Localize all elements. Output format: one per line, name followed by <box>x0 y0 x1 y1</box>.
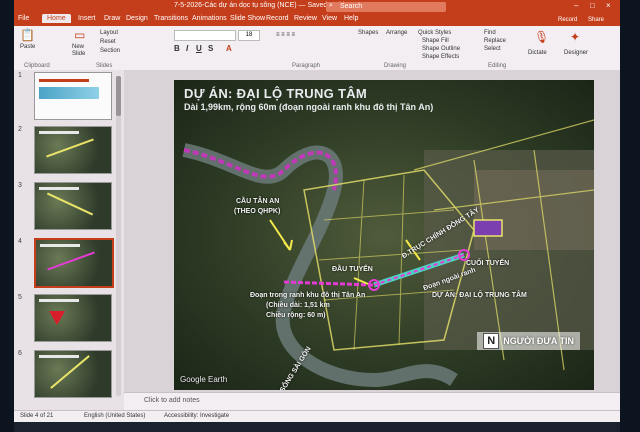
label-dau-tuyen: ĐẦU TUYẾN <box>332 266 373 273</box>
shape-outline-button[interactable]: Shape Outline <box>422 46 460 52</box>
tab-slide-show[interactable]: Slide Show <box>230 15 265 22</box>
arrange-button[interactable]: Arrange <box>386 30 407 36</box>
tab-review[interactable]: Review <box>294 15 317 22</box>
reset-button[interactable]: Reset <box>100 39 116 45</box>
tab-transitions[interactable]: Transitions <box>154 15 188 22</box>
slide-thumbnail-3[interactable] <box>34 182 112 230</box>
quick-styles-button[interactable]: Quick Styles <box>418 30 451 36</box>
shapes-button[interactable]: Shapes <box>358 30 378 36</box>
editing-group-label: Editing <box>488 63 507 69</box>
new-slide-label: Slide <box>72 51 86 57</box>
slide-canvas[interactable]: DỰ ÁN: ĐẠI LỘ TRUNG TÂM Dài 1,99km, rộng… <box>174 80 594 390</box>
tab-insert[interactable]: Insert <box>78 15 96 22</box>
search-box[interactable]: ⌕ Search <box>326 2 446 12</box>
bold-icon[interactable]: B <box>174 44 180 53</box>
italic-icon[interactable]: I <box>186 44 188 53</box>
paragraph-group-label: Paragraph <box>292 63 321 69</box>
slide-counter: Slide 4 of 21 <box>20 413 54 419</box>
slide-editing-area: DỰ ÁN: ĐẠI LỘ TRUNG TÂM Dài 1,99km, rộng… <box>124 70 620 410</box>
thumbnail-number: 5 <box>18 294 22 301</box>
slide-thumbnail-2[interactable] <box>34 126 112 174</box>
label-cuoi-tuyen: CUỐI TUYẾN <box>466 260 510 267</box>
thumbnail-scrollbar[interactable] <box>116 76 121 396</box>
section-button[interactable]: Section <box>100 48 120 54</box>
ribbon-home: 📋 Paste Clipboard ▭ New Slide Layout Res… <box>14 26 620 71</box>
designer-icon[interactable]: ✦ <box>570 30 580 44</box>
font-name-box[interactable] <box>174 30 236 41</box>
wall-right <box>620 0 640 432</box>
dictate-button[interactable]: Dictate <box>528 50 547 56</box>
new-slide-icon[interactable]: ▭ <box>74 28 85 42</box>
drawing-group-label: Drawing <box>384 63 407 69</box>
tab-file[interactable]: File <box>18 15 29 22</box>
tab-design[interactable]: Design <box>126 15 148 22</box>
new-slide-button[interactable]: New <box>72 44 84 50</box>
designer-button[interactable]: Designer <box>564 50 588 56</box>
status-bar: Slide 4 of 21 English (United States) Ac… <box>14 410 620 422</box>
strikethrough-icon[interactable]: S <box>208 44 213 53</box>
slide-thumbnail-pane: 1 2 3 4 5 6 <box>14 70 124 410</box>
share-button[interactable]: Share <box>584 16 609 24</box>
search-placeholder: Search <box>340 3 363 10</box>
tab-draw[interactable]: Draw <box>104 15 120 22</box>
watermark-text: NGƯỜI ĐƯA TIN <box>503 336 574 346</box>
thumbnail-number: 2 <box>18 126 22 133</box>
slide-thumbnail-1[interactable] <box>34 72 112 120</box>
maximize-icon[interactable]: □ <box>590 1 595 10</box>
record-button[interactable]: Record <box>554 16 582 24</box>
tab-help[interactable]: Help <box>344 15 358 22</box>
clipboard-group-label: Clipboard <box>24 63 50 69</box>
slide-subtitle[interactable]: Dài 1,99km, rộng 60m (đoạn ngoài ranh kh… <box>184 102 433 112</box>
google-earth-logo: Google Earth <box>180 375 228 384</box>
slide-thumbnail-5[interactable] <box>34 294 112 342</box>
underline-icon[interactable]: U <box>196 44 202 53</box>
wall-left <box>0 0 14 432</box>
tab-record[interactable]: Record <box>266 15 289 22</box>
thumbnail-number: 4 <box>18 238 22 245</box>
replace-button[interactable]: Replace <box>484 38 506 44</box>
shape-fill-button[interactable]: Shape Fill <box>422 38 449 44</box>
layout-button[interactable]: Layout <box>100 30 118 36</box>
notes-pane[interactable]: Click to add notes <box>124 392 620 411</box>
notes-placeholder: Click to add notes <box>144 397 200 404</box>
label-dai-lo: DỰ ÁN: ĐẠI LỘ TRUNG TÂM <box>432 292 527 299</box>
news-watermark: N NGƯỜI ĐƯA TIN <box>477 332 580 350</box>
slide-title[interactable]: DỰ ÁN: ĐẠI LỘ TRUNG TÂM <box>184 86 367 101</box>
label-cau-tan-an: CẦU TÂN AN <box>236 198 280 205</box>
paste-icon[interactable]: 📋 <box>20 28 35 42</box>
slides-group-label: Slides <box>96 63 113 69</box>
thumbnail-scroll-thumb[interactable] <box>116 76 121 116</box>
title-bar: 7-5-2026-Các dự án dọc tụ sông (NCE) — S… <box>14 0 620 14</box>
powerpoint-window: 7-5-2026-Các dự án dọc tụ sông (NCE) — S… <box>14 0 620 422</box>
accessibility-indicator[interactable]: Accessibility: Investigate <box>164 413 229 419</box>
font-color-icon[interactable]: A <box>226 44 232 53</box>
microphone-icon[interactable]: 🎙 <box>534 30 549 44</box>
tab-view[interactable]: View <box>322 15 337 22</box>
slide-thumbnail-4[interactable] <box>34 238 114 288</box>
minimize-icon[interactable]: – <box>574 1 578 10</box>
language-indicator[interactable]: English (United States) <box>84 413 145 419</box>
close-icon[interactable]: × <box>606 1 611 10</box>
label-doan-trong: Đoạn trong ranh khu đô thị Tân An <box>250 292 366 299</box>
label-chieu-dai: (Chiều dài: 1,51 km <box>266 302 330 309</box>
find-button[interactable]: Find <box>484 30 496 36</box>
label-theo-qhpk: (THEO QHPK) <box>234 208 281 215</box>
select-button[interactable]: Select <box>484 46 501 52</box>
shape-effects-button[interactable]: Shape Effects <box>422 54 459 60</box>
thumbnail-number: 6 <box>18 350 22 357</box>
tab-animations[interactable]: Animations <box>192 15 227 22</box>
ribbon-tabs: File Home Insert Draw Design Transitions… <box>14 14 620 26</box>
paste-button[interactable]: Paste <box>20 44 35 50</box>
thumbnail-number: 3 <box>18 182 22 189</box>
search-icon: ⌕ <box>329 2 333 9</box>
slide-thumbnail-6[interactable] <box>34 350 112 398</box>
thumbnail-number: 1 <box>18 72 22 79</box>
align-icons[interactable]: ≡ ≡ ≡ ≡ <box>276 32 295 38</box>
label-chieu-rong: Chiều rộng: 60 m) <box>266 312 326 319</box>
watermark-logo: N <box>483 333 500 349</box>
tab-home[interactable]: Home <box>42 14 71 23</box>
font-size-box[interactable]: 18 <box>238 30 260 41</box>
